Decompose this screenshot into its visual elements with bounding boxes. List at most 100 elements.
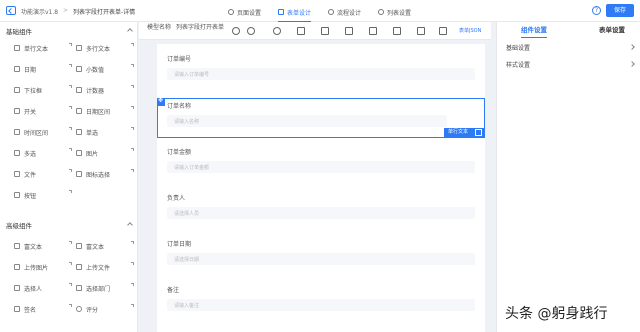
- component-item[interactable]: 下拉框: [14, 84, 74, 96]
- upload-image-icon: [14, 264, 20, 270]
- field-placeholder: 请选择人员: [174, 211, 200, 217]
- drag-icon: [131, 106, 134, 109]
- component-item[interactable]: 时间区间: [14, 126, 74, 138]
- component-label: 选择部门: [86, 285, 111, 293]
- signature-icon: [14, 306, 20, 312]
- grid-icon[interactable]: [393, 27, 401, 35]
- drag-icon: [69, 127, 72, 130]
- list-settings-icon: [378, 9, 384, 15]
- component-item[interactable]: 小数值: [76, 63, 136, 75]
- component-item[interactable]: 选择部门: [76, 282, 136, 294]
- component-item[interactable]: 多行文本: [76, 42, 136, 54]
- component-item[interactable]: 开关: [14, 105, 74, 117]
- drag-icon: [131, 64, 134, 67]
- field-placeholder: 请输入订单编号: [174, 72, 210, 78]
- tab-page-settings[interactable]: 页面设置: [228, 6, 261, 18]
- component-item[interactable]: 上传文件: [76, 261, 136, 273]
- component-label: 按钮: [24, 192, 37, 200]
- drag-icon: [131, 127, 134, 130]
- component-item[interactable]: 日期区间: [76, 105, 136, 117]
- collapse-icon[interactable]: [127, 222, 133, 228]
- drag-icon: [69, 304, 72, 307]
- field-input[interactable]: 请输入订单编号: [167, 68, 475, 80]
- preview-icon[interactable]: [273, 27, 281, 35]
- component-item[interactable]: 计数器: [76, 84, 136, 96]
- field-placeholder: 请选择日期: [174, 257, 200, 263]
- component-item[interactable]: 富文本: [14, 240, 74, 252]
- model-name-label: 模型名称: [147, 24, 172, 31]
- drag-icon: [69, 148, 72, 151]
- collapse-icon[interactable]: [127, 28, 133, 34]
- component-item[interactable]: 按钮: [14, 189, 74, 201]
- field-input[interactable]: 请输入备注: [167, 299, 475, 311]
- settings-panel: 组件设置 表单设置 基础设置 样式设置: [496, 22, 640, 332]
- component-label: 上传文件: [86, 264, 111, 272]
- basic-settings-row[interactable]: 基础设置: [506, 43, 530, 52]
- tab-flow-design[interactable]: 流程设计: [328, 6, 361, 18]
- selected-component-tag: 单行文本: [444, 128, 484, 137]
- style-settings-row[interactable]: 样式设置: [506, 60, 530, 69]
- rich-text-icon: [14, 243, 20, 249]
- undo-icon[interactable]: [232, 27, 240, 35]
- form-json-button[interactable]: 表单JSON: [459, 27, 481, 34]
- component-item[interactable]: 图标选择: [76, 168, 136, 180]
- component-item[interactable]: 图片: [76, 147, 136, 159]
- drag-icon: [69, 85, 72, 88]
- component-item[interactable]: 富文本: [76, 240, 136, 252]
- field-input[interactable]: 请输入订单金额: [167, 161, 475, 173]
- drag-icon: [131, 169, 134, 172]
- tab-list-settings[interactable]: 列表设置: [378, 6, 411, 18]
- copy-icon[interactable]: [417, 27, 425, 35]
- component-item[interactable]: 评分: [76, 303, 136, 315]
- redo-icon[interactable]: [247, 27, 255, 35]
- tab-label: 页面设置: [237, 9, 262, 17]
- app-name: 功能演示v1.8: [21, 9, 59, 16]
- component-item[interactable]: 文件: [14, 168, 74, 180]
- component-item[interactable]: 选择人: [14, 282, 74, 294]
- help-icon[interactable]: ?: [592, 6, 601, 15]
- component-label: 多行文本: [86, 45, 111, 53]
- move-icon[interactable]: [157, 97, 165, 106]
- drag-icon: [131, 148, 134, 151]
- drag-icon: [131, 85, 134, 88]
- field-label: 订单名称: [167, 103, 192, 110]
- save-button[interactable]: 保存: [606, 4, 634, 17]
- date-range-icon: [76, 108, 82, 114]
- drag-icon: [69, 106, 72, 109]
- image-icon: [76, 150, 82, 156]
- rating-icon: [76, 306, 82, 312]
- mobile-layout-icon[interactable]: [369, 27, 377, 35]
- tab-label: 流程设计: [337, 9, 362, 17]
- tablet-layout-icon[interactable]: [345, 27, 353, 35]
- component-item[interactable]: 单行文本: [14, 42, 74, 54]
- component-label: 评分: [86, 306, 99, 314]
- tab-form-design[interactable]: 表单设计: [278, 6, 312, 22]
- tab-form-settings[interactable]: 表单设置: [599, 24, 625, 34]
- component-item[interactable]: 日期: [14, 63, 74, 75]
- delete-icon[interactable]: [475, 129, 482, 136]
- form-design-icon: [278, 9, 284, 15]
- drag-icon: [69, 43, 72, 46]
- code-icon[interactable]: [297, 27, 305, 35]
- drag-icon: [131, 283, 134, 286]
- component-item[interactable]: 单选: [76, 126, 136, 138]
- component-item[interactable]: 上传图片: [14, 261, 74, 273]
- field-input[interactable]: 请选择日期: [167, 253, 475, 265]
- back-icon[interactable]: [6, 6, 16, 15]
- pc-layout-icon[interactable]: [321, 27, 329, 35]
- user-picker-icon: [14, 285, 20, 291]
- component-label: 签名: [24, 306, 37, 314]
- field-input[interactable]: 请输入名称: [167, 115, 447, 127]
- form-canvas: 订单编号 请输入订单编号 单行文本 订单名称 请输入名称 订单金额 请输入订单金…: [157, 44, 485, 332]
- drag-icon: [69, 262, 72, 265]
- tab-component-settings[interactable]: 组件设置: [521, 24, 547, 38]
- component-label: 开关: [24, 108, 37, 116]
- field-placeholder: 请输入订单金额: [174, 165, 210, 171]
- flow-design-icon: [328, 9, 334, 15]
- delete-icon[interactable]: [439, 27, 447, 35]
- component-item[interactable]: 签名: [14, 303, 74, 315]
- component-item[interactable]: 多选: [14, 147, 74, 159]
- dropdown-icon: [14, 87, 20, 93]
- component-label: 选择人: [24, 285, 43, 293]
- field-input[interactable]: 请选择人员: [167, 207, 475, 219]
